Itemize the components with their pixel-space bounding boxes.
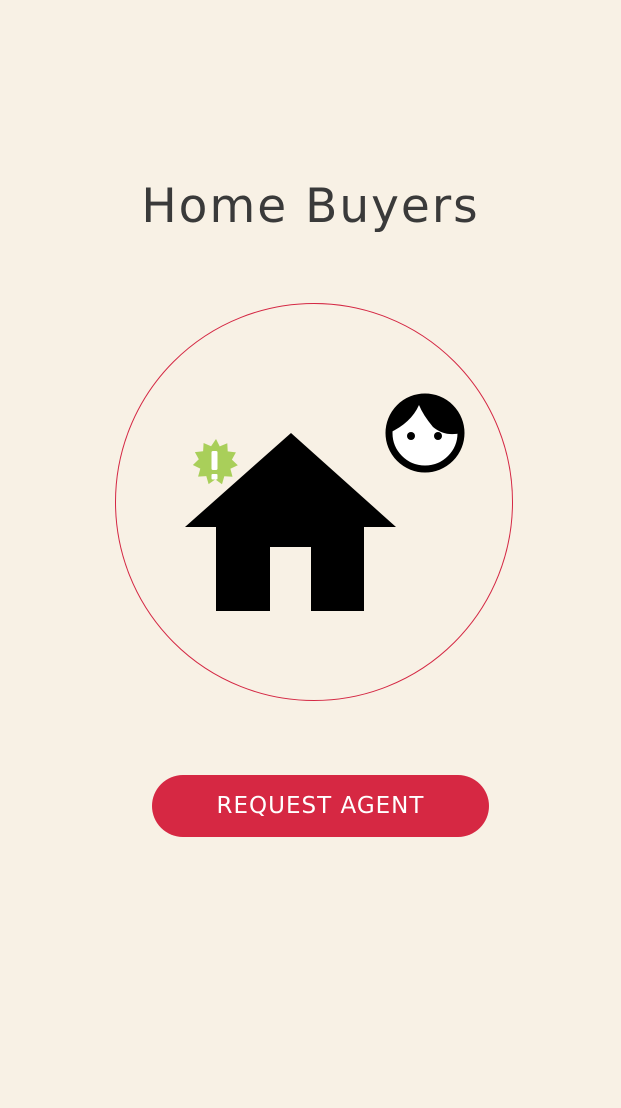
exclamation-badge-icon: [192, 439, 238, 485]
hero-illustration: [185, 393, 465, 611]
home-buyers-screen: Home Buyers REQUEST AGENT: [0, 0, 621, 1108]
page-title: Home Buyers: [141, 179, 480, 234]
face-icon: [385, 393, 465, 473]
request-agent-button[interactable]: REQUEST AGENT: [152, 775, 489, 837]
